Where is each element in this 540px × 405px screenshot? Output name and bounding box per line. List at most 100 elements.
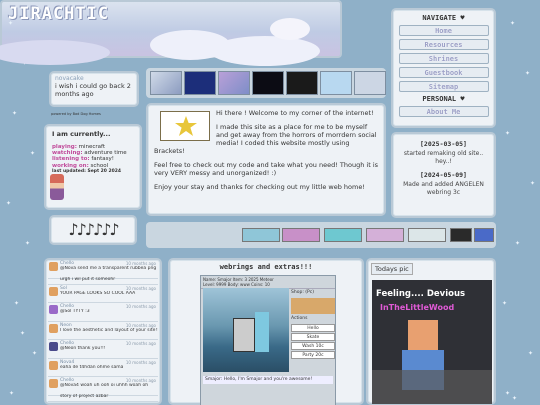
music-notes-box: ♪♪♪♪♪♪ — [49, 215, 137, 245]
site-title: JIRACHTIC — [8, 4, 110, 24]
pic-caption-2: InTheLittleWood — [380, 303, 455, 312]
currently-heading: I am currently... — [52, 130, 111, 138]
nav-sitemap[interactable]: Sitemap — [398, 81, 489, 92]
chat-text: I love the aesthetic and layout of your … — [60, 327, 158, 333]
chat-entry: story of project azbar — [48, 393, 158, 402]
star-icon: ✦ — [515, 240, 521, 247]
thumb-3[interactable] — [218, 71, 250, 95]
star-icon: ✦ — [9, 390, 15, 397]
nav-home[interactable]: Home — [398, 25, 489, 36]
todays-pic-image: Feeling.... Devious InTheLittleWood — [372, 280, 492, 404]
pet-dialog: Smajor: Hello, I'm Smajor and you're awe… — [203, 376, 333, 384]
welcome-p3: Feel free to check out my code and take … — [154, 161, 379, 177]
chat-entry: Neon 10 months ago I love the aesthetic an… — [48, 322, 158, 340]
currently-box: I am currently... playing: minecraft watc… — [44, 124, 142, 210]
last-updated: last updated: Sept 20 2024 — [52, 168, 122, 174]
chat-text: @Nova4 woah uh ooh oi uhhh woah oh — [60, 383, 149, 388]
todays-pic-label: Todays pic — [371, 263, 413, 275]
chat-entry: Chello 10 months ago @Sol TYTY :3 — [48, 303, 158, 322]
star-icon: ✦ — [512, 395, 518, 402]
virtual-pet-widget: Name: Smajor Item: 3 2025 Meteor Level: 9… — [200, 275, 336, 405]
star-icon: ✦ — [25, 240, 31, 247]
star-icon: ✦ — [502, 300, 508, 307]
status-message: i wish i could go back 2 months ago — [55, 82, 131, 98]
star-icon: ✦ — [505, 390, 511, 397]
chat-time: 10 months ago — [125, 359, 156, 365]
pet-action-button[interactable]: Hello — [291, 324, 335, 332]
link-button-7[interactable] — [474, 228, 494, 242]
thumb-1[interactable] — [150, 71, 182, 95]
chat-time: 10 months ago — [125, 322, 156, 328]
avatar — [49, 286, 58, 296]
chat-text: @Sol TYTY :3 — [60, 309, 90, 314]
status-username: novacake — [55, 75, 84, 82]
pet-side-menu: Shop: (Pc) Actions Hello Skate Wash 10c Par… — [291, 288, 335, 360]
welcome-panel: Hi there ! Welcome to my corner of the i… — [146, 103, 386, 216]
chat-entry: Nova4 10 months ago eaha de t4hdan ohme sa… — [48, 359, 158, 377]
link-button-3[interactable] — [324, 228, 362, 242]
avatar — [49, 323, 58, 333]
updates-panel: [2025-03-05] started remaking old site.. … — [391, 132, 496, 218]
thumb-2[interactable] — [184, 71, 216, 95]
thumbnail-strip — [146, 68, 386, 98]
heart-icon: ♥ — [460, 95, 465, 103]
chat-time: 10 months ago — [125, 285, 156, 291]
pet-scene — [203, 288, 289, 372]
star-icon: ✦ — [32, 350, 38, 357]
navigate-heading: NAVIGATE ♥ — [422, 14, 465, 22]
thumb-6[interactable] — [320, 71, 352, 95]
link-button-5[interactable] — [408, 228, 446, 242]
site-banner: JIRACHTIC — [0, 0, 342, 66]
link-button-1[interactable] — [242, 228, 280, 242]
pic-caption-1: Feeling.... Devious — [376, 289, 466, 299]
star-icon: ✦ — [30, 150, 36, 157]
avatar — [49, 360, 58, 370]
thumb-4[interactable] — [252, 71, 284, 95]
star-icon: ✦ — [14, 300, 20, 307]
todays-pic-panel: Todays pic Feeling.... Devious InTheLitt… — [366, 258, 496, 405]
powered-by-label: powered by Bad Dog Homes — [51, 112, 101, 116]
update-text: started remaking old site.. hey..! — [403, 150, 484, 165]
heart-icon: ♥ — [460, 14, 465, 22]
avatar — [49, 305, 58, 314]
webrings-title: webrings and extras!!! — [219, 263, 313, 271]
chat-text: urgh i wil put it someohr — [60, 276, 116, 282]
thumb-7[interactable] — [354, 71, 386, 95]
pet-action-button[interactable]: Skate — [291, 333, 335, 341]
nav-shrines[interactable]: Shrines — [398, 53, 489, 64]
nav-guestbook[interactable]: Guestbook — [398, 67, 489, 78]
chat-time: 10 months ago — [125, 261, 156, 266]
chat-text: YOUR PAGE LOOKS SO COOL AAA — [60, 290, 136, 296]
chat-time: 10 months ago — [125, 341, 156, 346]
chat-text: story of project azbar — [60, 393, 109, 399]
chat-entry: Chello 10 months ago @Neon thank you!!! — [48, 340, 158, 359]
link-button-2[interactable] — [282, 228, 320, 242]
webrings-panel: webrings and extras!!! Name: Smajor Item… — [168, 258, 364, 405]
chat-time: 10 months ago — [125, 304, 156, 309]
chat-box: Chello 10 months ago @Nova send me a trans… — [44, 258, 162, 405]
link-button-4[interactable] — [366, 228, 404, 242]
avatar — [49, 262, 58, 271]
update-text: Made and added ANGELEN webring 3c — [403, 181, 484, 196]
pet-action-button[interactable]: Wash 10c — [291, 342, 335, 350]
chat-text: eaha de t4hdan ohme sama — [60, 364, 124, 370]
link-button-6[interactable] — [450, 228, 472, 242]
jirachi-image — [160, 111, 210, 141]
nav-about-me[interactable]: About Me — [398, 106, 489, 117]
star-icon: ✦ — [528, 350, 534, 357]
star-icon: ✦ — [20, 330, 26, 337]
avatar — [49, 342, 58, 351]
star-icon: ✦ — [12, 110, 18, 117]
personal-heading: PERSONAL ♥ — [422, 95, 465, 103]
update-date: [2024-05-09] — [420, 171, 467, 179]
chat-time: 10 months ago — [125, 378, 156, 383]
chat-entry: Sol 10 months ago YOUR PAGE LOOKS SO COOL … — [48, 285, 158, 303]
pet-action-button[interactable]: Party 20c — [291, 351, 335, 359]
nav-resources[interactable]: Resources — [398, 39, 489, 50]
status-box: novacake i wish i could go back 2 months… — [49, 71, 139, 107]
navigation-panel: NAVIGATE ♥ Home Resources Shrines Guestbook… — [391, 8, 496, 128]
update-date: [2025-03-05] — [420, 140, 467, 148]
chat-entry: urgh i wil put it someohr — [48, 276, 158, 285]
chat-text: @Nova send me a transparent rubbea png — [60, 266, 157, 271]
thumb-5[interactable] — [286, 71, 318, 95]
